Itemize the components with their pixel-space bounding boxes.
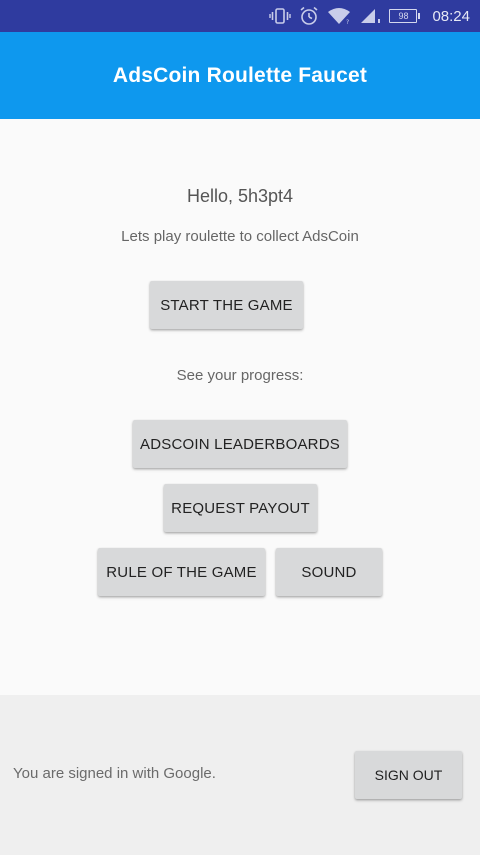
status-time: 08:24 — [432, 7, 470, 25]
battery-icon: 98 — [389, 9, 421, 23]
footer: You are signed in with Google. SIGN OUT — [0, 695, 480, 855]
svg-text:?: ? — [346, 19, 349, 25]
rules-button[interactable]: RULE OF THE GAME — [98, 548, 265, 596]
request-payout-button[interactable]: REQUEST PAYOUT — [164, 484, 317, 532]
greeting-text: Hello, 5h3pt4 — [186, 186, 294, 206]
start-game-button[interactable]: START THE GAME — [150, 281, 303, 329]
vibrate-icon — [269, 7, 292, 25]
progress-label: See your progress: — [176, 367, 304, 384]
battery-level: 98 — [389, 9, 418, 23]
signal-icon — [359, 7, 381, 25]
status-bar: ? 98 08:24 — [0, 0, 480, 32]
app-bar: AdsCoin Roulette Faucet — [0, 32, 480, 119]
signed-in-text: You are signed in with Google. — [13, 765, 216, 782]
status-icons: ? 98 08:24 — [269, 0, 470, 32]
sound-button[interactable]: SOUND — [276, 548, 382, 596]
wifi-icon: ? — [327, 7, 351, 25]
leaderboards-button[interactable]: ADSCOIN LEADERBOARDS — [133, 420, 347, 468]
subtitle-text: Lets play roulette to collect AdsCoin — [121, 228, 359, 245]
alarm-icon — [299, 6, 319, 26]
app-title: AdsCoin Roulette Faucet — [112, 63, 368, 87]
sign-out-button[interactable]: SIGN OUT — [355, 751, 462, 799]
